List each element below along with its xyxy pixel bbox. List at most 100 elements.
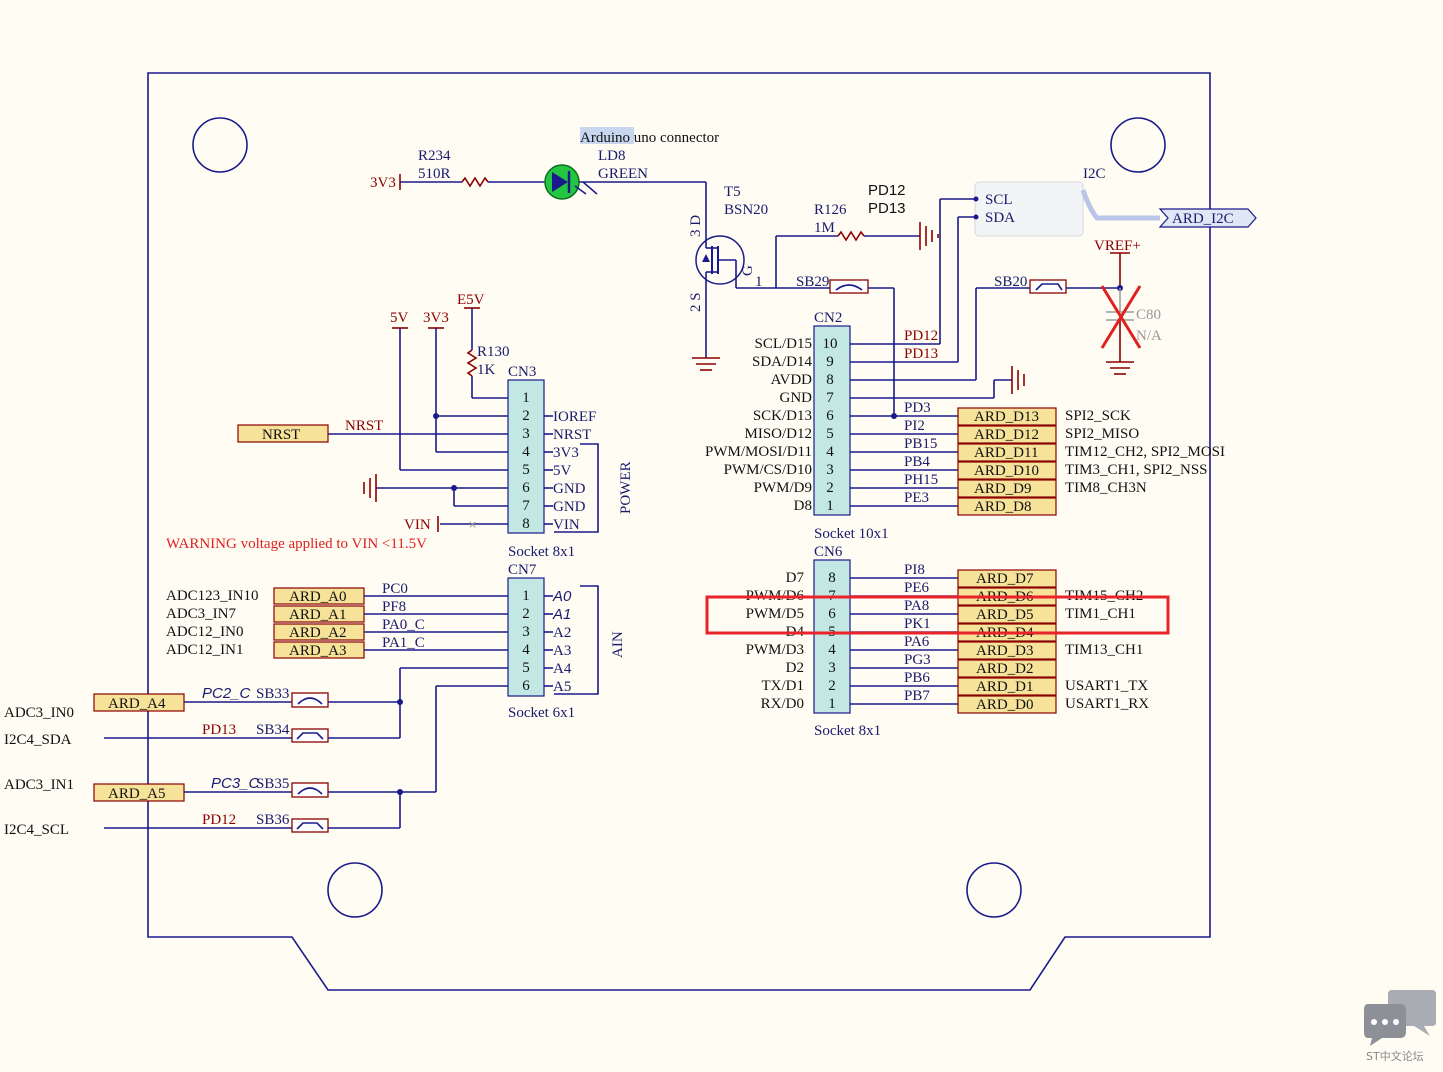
i2c-pd12: PD12 xyxy=(868,182,906,199)
cn2-net-label: PD13 xyxy=(904,346,938,362)
r234-ref: R234 xyxy=(418,148,451,164)
port-ard-a5-label: ARD_A5 xyxy=(108,786,166,802)
ground-symbol xyxy=(919,222,939,250)
cn2-net-label: PI2 xyxy=(904,418,925,434)
cn2-pin-number: 2 xyxy=(826,480,834,496)
cn2-net-label: PD3 xyxy=(904,400,931,416)
pd13-label: PD13 xyxy=(202,722,236,738)
cn6-ref: CN6 xyxy=(814,544,843,560)
adc3-in1-label: ADC3_IN1 xyxy=(4,777,74,793)
cn7-socket: Socket 6x1 xyxy=(508,705,575,721)
cn2-pin-number: 4 xyxy=(826,444,834,460)
cn7-pin-number: 6 xyxy=(522,678,530,694)
cn6-pin-number: 4 xyxy=(828,642,836,658)
resistor-r126 xyxy=(837,230,865,242)
supply-3v3-label-2: 3V3 xyxy=(423,310,449,326)
cn2-pin-number: 7 xyxy=(826,390,834,406)
cn6-alt-function: USART1_TX xyxy=(1065,678,1148,694)
cn2-pin-number: 3 xyxy=(826,462,834,478)
watermark-text: ST中文论坛 xyxy=(1366,1049,1424,1063)
cn2-alt-function: TIM3_CH1, SPI2_NSS xyxy=(1065,462,1208,478)
port-ard-d-label: ARD_D8 xyxy=(974,499,1032,515)
schematic: Arduino uno connector 3V3 R234 510R LD8 … xyxy=(4,72,1436,1063)
cn7-pin-number: 3 xyxy=(522,624,530,640)
port-ard-d-label: ARD_D13 xyxy=(974,409,1039,425)
cn2-pin-number: 6 xyxy=(826,408,834,424)
cn3-pin-name: GND xyxy=(553,499,586,515)
c80-value: N/A xyxy=(1136,328,1162,344)
cn6-pin-number: 2 xyxy=(828,678,836,694)
cn6-alt-function: USART1_RX xyxy=(1065,696,1149,712)
sb20-label: SB20 xyxy=(994,274,1027,290)
solder-bridge-sb34 xyxy=(291,728,329,743)
r130-value: 1K xyxy=(477,362,496,378)
cn6-pin-number: 6 xyxy=(828,606,836,622)
ground-symbol xyxy=(1106,361,1134,375)
cn3-pin-number: 5 xyxy=(522,462,530,478)
t5-pin-s: 2 S xyxy=(688,292,704,312)
port-ard-d-label: ARD_D7 xyxy=(976,571,1034,587)
port-ard-a-label: ARD_A3 xyxy=(289,643,347,659)
i2c-pd13: PD13 xyxy=(868,200,906,217)
cn7-pin-number: 1 xyxy=(522,588,530,604)
cn7-adc-label: ADC12_IN1 xyxy=(166,642,244,658)
cn6-pin-number: 3 xyxy=(828,660,836,676)
cn7-ref: CN7 xyxy=(508,562,537,578)
cn2-alt-function: TIM8_CH3N xyxy=(1065,480,1147,496)
cn2-net-label: PE3 xyxy=(904,490,929,506)
cn2-pin-function: D8 xyxy=(794,498,812,514)
chat-bubbles-icon xyxy=(1364,990,1436,1046)
vin-label: VIN xyxy=(404,517,431,533)
port-ard-d-label: ARD_D11 xyxy=(974,445,1038,461)
cn6-pin-function: D7 xyxy=(786,570,805,586)
ld8-color: GREEN xyxy=(598,166,648,182)
svg-text:×: × xyxy=(468,518,477,531)
cn7-adc-label: ADC12_IN0 xyxy=(166,624,244,640)
cn2-pin-function: PWM/D9 xyxy=(754,480,812,496)
mount-hole xyxy=(192,117,248,173)
cn7-analog-label: A1 xyxy=(552,606,571,623)
cn3-pin-number: 3 xyxy=(522,426,530,442)
cn2-pin-number: 8 xyxy=(826,372,834,388)
ground-symbol xyxy=(1011,366,1025,394)
ground-symbol xyxy=(363,474,377,502)
cn6-net-label: PK1 xyxy=(904,616,931,632)
port-ard-a4-label: ARD_A4 xyxy=(108,696,166,712)
cn6-socket: Socket 8x1 xyxy=(814,723,881,739)
r130-ref: R130 xyxy=(477,344,510,360)
cn2-pin-number: 9 xyxy=(826,354,834,370)
cn2-pin-number: 5 xyxy=(826,426,834,442)
t5-ref: T5 xyxy=(724,184,741,200)
cn3-pin-name: VIN xyxy=(553,517,580,533)
cn6-pin-function: PWM/D3 xyxy=(746,642,804,658)
sb29-label: SB29 xyxy=(796,274,829,290)
cn3-pin-number: 2 xyxy=(522,408,530,424)
cn7-analog-label: A0 xyxy=(552,588,572,605)
cn6-pin-function: PWM/D5 xyxy=(746,606,804,622)
cn2-ref: CN2 xyxy=(814,310,842,326)
resistor-r234 xyxy=(461,176,489,188)
cn7-pin-number: 2 xyxy=(522,606,530,622)
cn2-pin-function: PWM/CS/D10 xyxy=(724,462,812,478)
cn6-net-label: PA8 xyxy=(904,598,929,614)
cn7-net-label: PF8 xyxy=(382,599,406,615)
cn2-pin-function: SCK/D13 xyxy=(753,408,812,424)
cn2-net-label: PB4 xyxy=(904,454,930,470)
cn3-pin-name: NRST xyxy=(553,427,591,443)
cn2-alt-function: TIM12_CH2, SPI2_MOSI xyxy=(1065,444,1225,460)
cn7-adc-label: ADC123_IN10 xyxy=(166,588,259,604)
cn3-pin-number: 8 xyxy=(522,516,530,532)
cn7-pin-number: 4 xyxy=(522,642,530,658)
mount-hole xyxy=(966,862,1022,918)
cn2-pin-number: 1 xyxy=(826,498,834,514)
pd12-label: PD12 xyxy=(202,812,236,828)
port-ard-d-label: ARD_D9 xyxy=(974,481,1032,497)
c80-ref: C80 xyxy=(1136,307,1161,323)
cn7-net-label: PA1_C xyxy=(382,635,425,651)
cn3-pin-number: 1 xyxy=(522,390,530,406)
cn3-pin-name: 3V3 xyxy=(553,445,579,461)
cn2-pin-function: MISO/D12 xyxy=(744,426,812,442)
cn2-pin-function: GND xyxy=(780,390,813,406)
cn3-pin-name: GND xyxy=(553,481,586,497)
sb34-label: SB34 xyxy=(256,722,290,738)
